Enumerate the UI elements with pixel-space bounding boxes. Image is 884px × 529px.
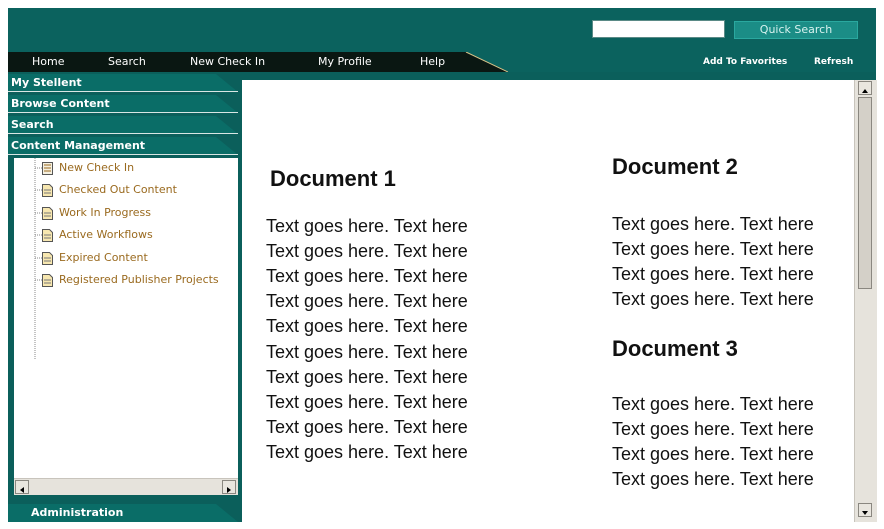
- quick-search-button[interactable]: Quick Search: [734, 21, 858, 39]
- document-icon: [42, 207, 53, 220]
- sidebar-horizontal-scrollbar[interactable]: [14, 478, 238, 495]
- document-2-line: Text goes here. Text here: [612, 214, 814, 234]
- document-2-line: Text goes here. Text here: [612, 289, 814, 309]
- tree-item-label: Active Workflows: [59, 228, 153, 241]
- arrow-up-icon: [862, 89, 868, 93]
- nav-search[interactable]: Search: [108, 55, 146, 69]
- quick-search-input[interactable]: [592, 20, 725, 38]
- refresh-link[interactable]: Refresh: [814, 56, 853, 68]
- sidebar-tab-label: My Stellent: [11, 76, 82, 89]
- document-3-line: Text goes here. Text here: [612, 469, 814, 489]
- document-1-line: Text goes here. Text here: [266, 216, 468, 236]
- document-icon: [42, 252, 53, 265]
- document-1-line: Text goes here. Text here: [266, 316, 468, 336]
- document-1-line: Text goes here. Text here: [266, 241, 468, 261]
- document-icon: [42, 274, 53, 287]
- sidebar-tab-search[interactable]: Search: [8, 116, 240, 134]
- document-2-line: Text goes here. Text here: [612, 239, 814, 259]
- document-1-line: Text goes here. Text here: [266, 417, 468, 437]
- main-nav-bar: Home Search New Check In My Profile Help…: [8, 52, 876, 72]
- arrow-left-icon: [20, 487, 24, 493]
- scroll-right-button[interactable]: [222, 480, 236, 494]
- document-2-title: Document 2: [612, 154, 738, 179]
- sidebar-tab-label: Administration: [31, 506, 124, 519]
- tree-item-registered-publisher-projects[interactable]: Registered Publisher Projects: [14, 272, 238, 290]
- tree-item-active-workflows[interactable]: Active Workflows: [14, 227, 238, 245]
- top-header: Quick Search: [8, 8, 876, 52]
- sidebar-tab-label: Browse Content: [11, 97, 110, 110]
- sidebar-tab-administration[interactable]: Administration: [8, 504, 240, 522]
- document-3-line: Text goes here. Text here: [612, 444, 814, 464]
- nav-help[interactable]: Help: [420, 55, 445, 69]
- document-1-line: Text goes here. Text here: [266, 392, 468, 412]
- document-3-line: Text goes here. Text here: [612, 419, 814, 439]
- sidebar-tab-browse-content[interactable]: Browse Content: [8, 95, 240, 113]
- sidebar: My Stellent Browse Content Search Conten…: [8, 72, 240, 522]
- tree-item-checked-out-content[interactable]: Checked Out Content: [14, 182, 238, 200]
- tree-item-new-check-in[interactable]: New Check In: [14, 160, 238, 178]
- document-2-line: Text goes here. Text here: [612, 264, 814, 284]
- sidebar-tab-my-stellent[interactable]: My Stellent: [8, 74, 240, 92]
- tree-item-label: Expired Content: [59, 251, 148, 264]
- tree-item-label: New Check In: [59, 161, 135, 174]
- nav-new-check-in[interactable]: New Check In: [190, 55, 265, 69]
- content-area: Document 1 Text goes here. Text here Tex…: [242, 80, 854, 522]
- add-to-favorites-link[interactable]: Add To Favorites: [703, 56, 787, 68]
- scroll-down-button[interactable]: [858, 503, 872, 517]
- arrow-down-icon: [862, 511, 868, 515]
- tree-item-label: Registered Publisher Projects: [59, 273, 219, 286]
- document-3-title: Document 3: [612, 336, 738, 361]
- document-icon: [42, 229, 53, 242]
- scroll-up-button[interactable]: [858, 81, 872, 95]
- tree-item-expired-content[interactable]: Expired Content: [14, 250, 238, 268]
- scroll-thumb[interactable]: [858, 97, 872, 289]
- document-1-line: Text goes here. Text here: [266, 291, 468, 311]
- document-1-line: Text goes here. Text here: [266, 342, 468, 362]
- nav-home[interactable]: Home: [32, 55, 64, 69]
- document-1-line: Text goes here. Text here: [266, 367, 468, 387]
- document-1-title: Document 1: [270, 166, 396, 191]
- sidebar-tab-content-management[interactable]: Content Management: [8, 137, 240, 155]
- document-1-line: Text goes here. Text here: [266, 442, 468, 462]
- sidebar-tab-label: Content Management: [11, 139, 146, 152]
- tree-item-label: Checked Out Content: [59, 183, 177, 196]
- arrow-right-icon: [227, 487, 231, 493]
- sidebar-tab-label: Search: [11, 118, 54, 131]
- document-1-line: Text goes here. Text here: [266, 266, 468, 286]
- document-icon: [42, 184, 53, 197]
- tree-item-label: Work In Progress: [59, 206, 152, 219]
- content-management-tree: New Check In Checked Out Content Work In…: [14, 158, 238, 478]
- tree-item-work-in-progress[interactable]: Work In Progress: [14, 205, 238, 223]
- nav-my-profile[interactable]: My Profile: [318, 55, 372, 69]
- document-3-line: Text goes here. Text here: [612, 394, 814, 414]
- scroll-left-button[interactable]: [15, 480, 29, 494]
- content-vertical-scrollbar[interactable]: [854, 80, 877, 522]
- check-in-form-icon: [42, 162, 53, 175]
